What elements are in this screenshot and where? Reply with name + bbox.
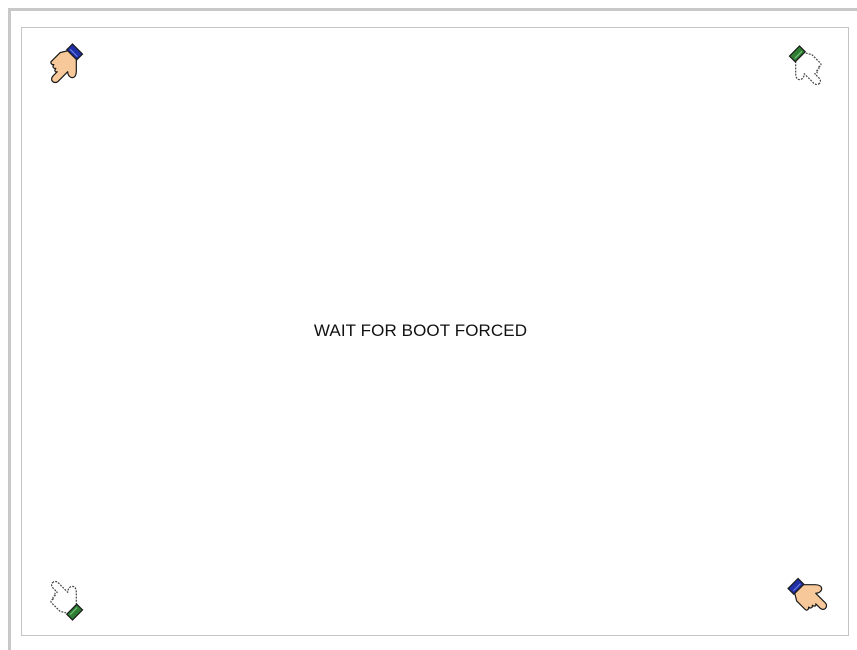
bottom-right-touch-target[interactable] (768, 555, 848, 635)
pointing-hand-icon (787, 577, 828, 611)
top-right-touch-target[interactable] (768, 30, 848, 110)
boot-status-message: WAIT FOR BOOT FORCED (313, 321, 528, 340)
bottom-left-touch-target[interactable] (24, 554, 104, 634)
pointing-hand-icon (788, 45, 822, 86)
top-left-touch-target[interactable] (24, 28, 104, 108)
pointing-hand-icon (50, 580, 84, 621)
pointing-hand-icon (50, 43, 84, 84)
top-border (8, 8, 857, 11)
